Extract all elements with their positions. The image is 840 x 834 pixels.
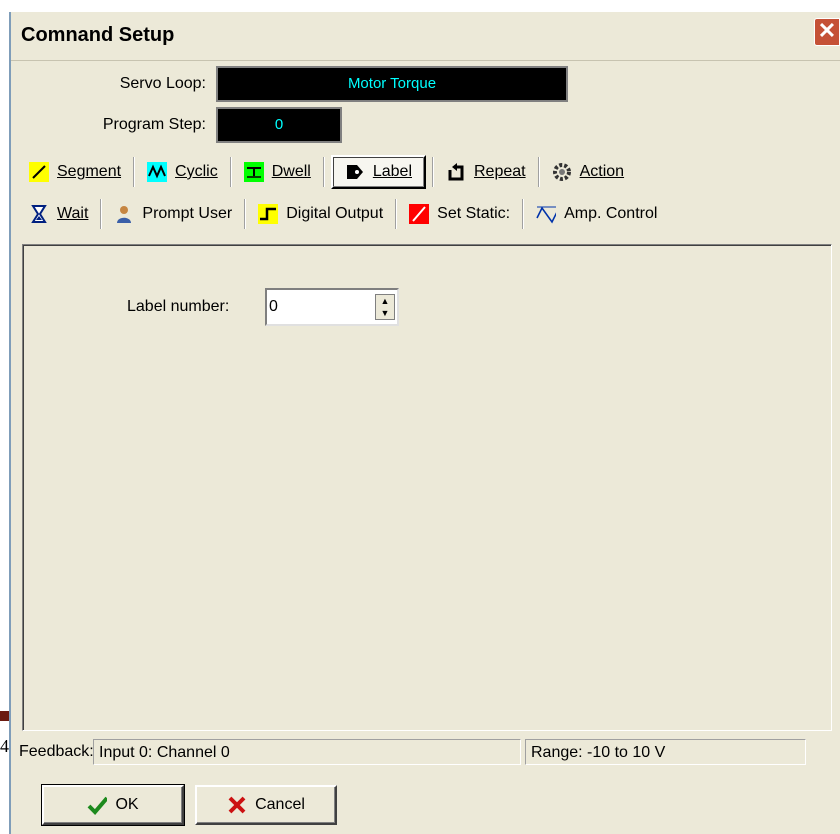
- action-label: Action: [579, 163, 625, 180]
- cross-icon: [227, 795, 247, 815]
- cancel-button[interactable]: Cancel: [195, 785, 337, 825]
- action-button[interactable]: Action: [540, 155, 636, 189]
- toolbar-separator: [322, 157, 325, 187]
- range-value: Range: -10 to 10 V: [525, 739, 806, 765]
- label-label: Label: [372, 163, 412, 180]
- prompt-user-button[interactable]: Prompt User: [102, 197, 244, 231]
- page-edge-digit: 4: [0, 736, 9, 756]
- command-setup-dialog: Comnand Setup ✕ Servo Loop: Motor Torque…: [9, 12, 840, 834]
- segment-icon: [29, 162, 49, 182]
- label-button[interactable]: Label: [330, 155, 426, 189]
- program-step-label: Program Step:: [102, 116, 206, 133]
- feedback-label: Feedback:: [19, 743, 94, 760]
- cyclic-icon: [147, 162, 168, 182]
- spin-down-icon[interactable]: ▼: [376, 307, 394, 319]
- user-icon: [114, 204, 134, 224]
- checkmark-icon: [87, 795, 108, 815]
- repeat-label: Repeat: [474, 163, 526, 180]
- command-toolbar-row-1: Segment Cyclic Dwell Label Repeat Action: [11, 152, 840, 192]
- label-settings-panel: Label number: ▲ ▼: [22, 244, 832, 731]
- hourglass-icon: [29, 204, 49, 224]
- label-icon: [345, 162, 365, 182]
- digital-output-icon: [258, 204, 279, 224]
- close-icon: ✕: [817, 18, 837, 43]
- prompt-user-label: Prompt User: [142, 205, 233, 222]
- wait-label: Wait: [57, 205, 89, 222]
- cyclic-button[interactable]: Cyclic: [135, 155, 230, 189]
- set-static-button[interactable]: Set Static:: [397, 197, 522, 231]
- set-static-label: Set Static:: [437, 205, 511, 222]
- cancel-label: Cancel: [255, 796, 305, 813]
- ok-button[interactable]: OK: [41, 784, 185, 826]
- command-toolbar-row-2: Wait Prompt User Digital Output Set Stat…: [11, 194, 840, 234]
- dwell-label: Dwell: [271, 163, 311, 180]
- label-number-label: Label number:: [127, 298, 230, 315]
- cyclic-label: Cyclic: [175, 163, 218, 180]
- close-button[interactable]: ✕: [814, 18, 840, 46]
- amp-control-button[interactable]: Amp. Control: [524, 197, 669, 231]
- gear-icon: [552, 162, 572, 182]
- segment-button[interactable]: Segment: [17, 155, 133, 189]
- dwell-icon: [243, 162, 264, 182]
- dwell-button[interactable]: Dwell: [232, 155, 323, 189]
- servo-loop-label: Servo Loop:: [119, 75, 206, 92]
- program-step-display: 0: [216, 107, 342, 143]
- digital-output-button[interactable]: Digital Output: [246, 197, 395, 231]
- servo-loop-display: Motor Torque: [216, 66, 568, 102]
- spin-up-icon[interactable]: ▲: [376, 295, 394, 307]
- status-bar: Feedback: Input 0: Channel 0 Range: -10 …: [11, 736, 840, 768]
- digital-output-label: Digital Output: [286, 205, 384, 222]
- program-step-row: Program Step: 0: [51, 107, 342, 143]
- repeat-icon: [446, 162, 466, 182]
- title-bar[interactable]: Comnand Setup ✕: [11, 12, 840, 61]
- amp-control-icon: [536, 204, 557, 224]
- window-title: Comnand Setup: [21, 24, 175, 46]
- servo-loop-row: Servo Loop: Motor Torque: [51, 66, 568, 102]
- amp-control-label: Amp. Control: [564, 205, 658, 222]
- wait-button[interactable]: Wait: [17, 197, 100, 231]
- label-number-input[interactable]: [269, 294, 365, 320]
- segment-label: Segment: [57, 163, 122, 180]
- spinner-arrows[interactable]: ▲ ▼: [375, 294, 395, 320]
- feedback-value: Input 0: Channel 0: [93, 739, 521, 765]
- ok-label: OK: [115, 796, 139, 813]
- label-number-spinner[interactable]: ▲ ▼: [265, 288, 399, 326]
- set-static-icon: [409, 204, 430, 224]
- repeat-button[interactable]: Repeat: [434, 155, 538, 189]
